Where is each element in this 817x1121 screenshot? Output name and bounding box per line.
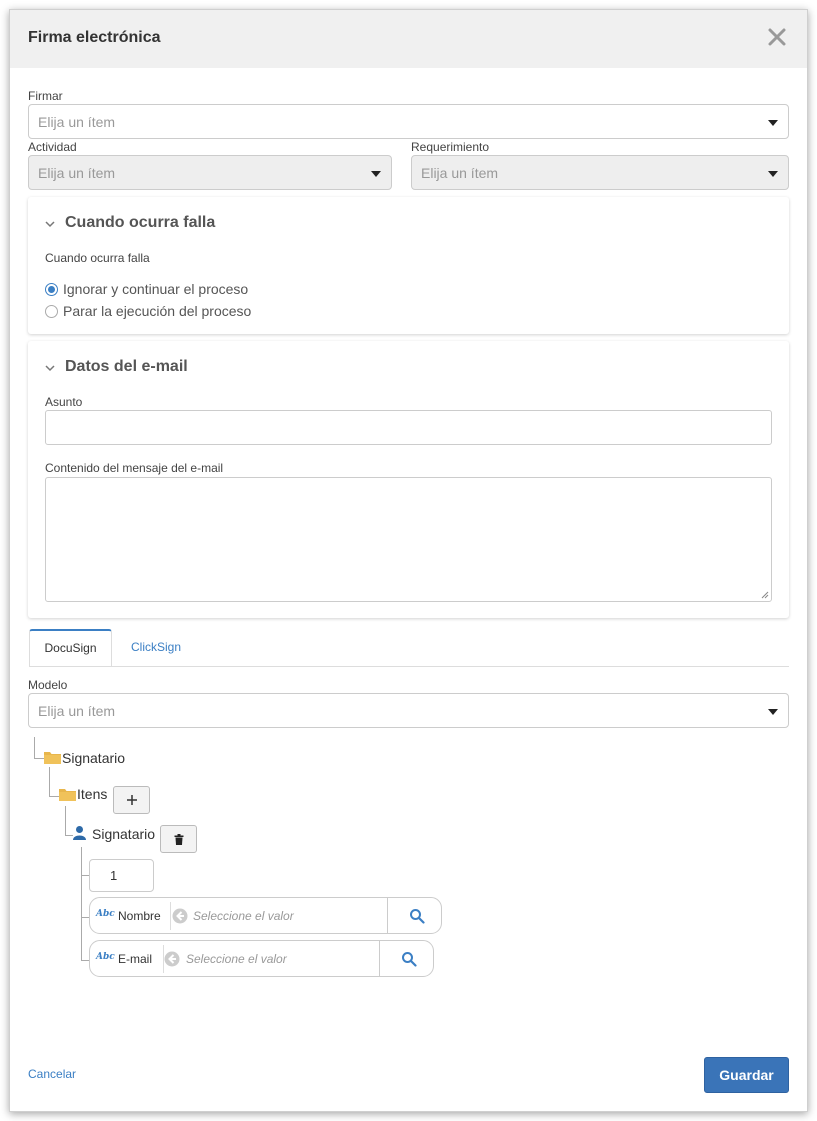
subject-label: Asunto [45,395,83,409]
modelo-placeholder: Elija un ítem [38,703,116,719]
email-field-label: E-mail [118,952,153,966]
email-panel-title[interactable]: Datos del e-mail [65,358,188,376]
actividad-select[interactable]: Elija un ítem [28,155,392,190]
trash-icon [174,833,183,845]
firmar-label: Firmar [28,89,63,103]
save-button[interactable]: Guardar [704,1057,789,1093]
arrow-left-circle-icon [172,908,188,924]
tabs-divider [29,666,789,667]
failure-field-label: Cuando ocurra falla [45,251,150,265]
failure-panel-title[interactable]: Cuando ocurra falla [65,214,215,232]
tab-docusign[interactable]: DocuSign [29,629,112,667]
modelo-label: Modelo [28,678,68,692]
chevron-down-icon [768,171,778,177]
tree-root-label[interactable]: Signatario [62,750,125,766]
tree-signer-label[interactable]: Signatario [92,826,155,842]
tab-clicksign[interactable]: ClickSign [131,640,181,654]
actividad-label: Actividad [28,140,77,154]
field-separator [170,902,171,930]
failure-panel: Cuando ocurra falla Cuando ocurra falla … [28,197,789,334]
search-icon[interactable] [401,951,417,967]
chevron-down-icon [768,120,778,126]
dialog-header: Firma electrónica [10,10,807,68]
requerimiento-placeholder: Elija un ítem [421,165,499,181]
content-label: Contenido del mensaje del e-mail [45,461,224,475]
dialog-title: Firma electrónica [28,29,161,46]
radio-unselected-icon[interactable] [45,304,58,318]
chevron-down-icon[interactable] [45,363,55,373]
radio-ignore[interactable]: Ignorar y continuar el proceso [45,281,248,297]
search-icon[interactable] [409,908,425,924]
radio-stop-label: Parar la ejecución del proceso [63,303,252,319]
arrow-left-circle-icon [164,951,180,967]
email-field: Abc E-mail Seleccione el valor [89,940,434,977]
folder-icon [44,752,61,764]
content-textarea[interactable] [45,477,772,602]
tree-connector [49,796,59,797]
text-type-icon: Abc [96,909,115,919]
actividad-placeholder: Elija un ítem [38,165,116,181]
requerimiento-select[interactable]: Elija un ítem [411,155,789,190]
radio-ignore-label: Ignorar y continuar el proceso [63,281,249,297]
delete-signer-button[interactable] [160,825,197,853]
resize-handle-icon[interactable] [761,591,769,599]
email-panel: Datos del e-mail Asunto Contenido del me… [28,341,789,618]
chevron-down-icon [371,171,381,177]
tree-items-label[interactable]: Itens [77,786,107,802]
modelo-select[interactable]: Elija un ítem [28,693,789,728]
tree-connector [65,806,66,836]
tree-connector [34,758,44,759]
requerimiento-label: Requerimiento [411,140,490,154]
user-icon [73,826,86,840]
plus-icon [126,795,137,805]
field-separator [379,941,380,976]
chevron-down-icon[interactable] [45,219,55,229]
add-item-button[interactable] [113,786,150,814]
radio-stop[interactable]: Parar la ejecución del proceso [45,303,251,319]
nombre-field-label: Nombre [118,909,161,923]
chevron-down-icon [768,709,778,715]
email-value-placeholder[interactable]: Seleccione el valor [186,952,287,966]
subject-input[interactable] [45,410,772,445]
text-type-icon: Abc [96,952,115,962]
tree-connector [81,847,82,960]
radio-selected-icon[interactable] [45,282,58,296]
tree-connector [34,737,35,759]
signer-index-input[interactable]: 1 [89,859,154,892]
nombre-value-placeholder[interactable]: Seleccione el valor [193,909,294,923]
field-separator [387,898,388,933]
tree-connector [49,767,50,797]
nombre-field: Abc Nombre Seleccione el valor [89,897,442,934]
cancel-button[interactable]: Cancelar [28,1067,76,1081]
folder-icon [59,789,76,801]
firmar-placeholder: Elija un ítem [38,114,116,130]
close-icon[interactable] [765,25,789,49]
electronic-signature-dialog: Firma electrónica Firmar Elija un ítem A… [9,9,808,1112]
firmar-select[interactable]: Elija un ítem [28,104,789,139]
